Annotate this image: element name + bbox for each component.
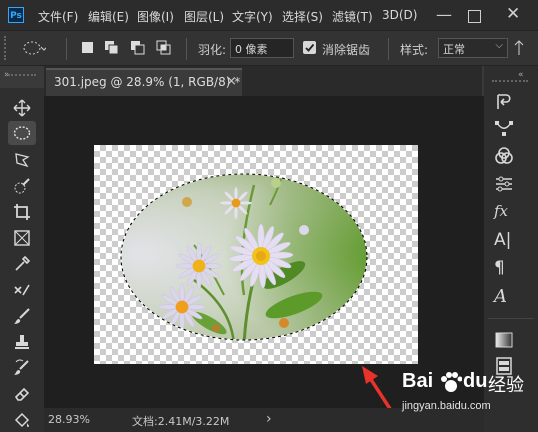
- lasso-tool[interactable]: [8, 148, 36, 172]
- feather-label: 羽化:: [198, 43, 227, 57]
- quick-selection-icon: [14, 178, 30, 194]
- clone-stamp-tool[interactable]: [8, 330, 36, 354]
- frame-icon: [14, 230, 30, 246]
- eyedropper-icon: [15, 255, 31, 271]
- menu-edit[interactable]: 编辑(E): [88, 8, 129, 25]
- move-tool[interactable]: [8, 96, 36, 120]
- baidu-jingyan-watermark: Bai du 经验 jingyan.baidu.com: [400, 368, 534, 418]
- gradient-icon: [495, 332, 513, 348]
- ellipse-marquee-icon: [13, 126, 31, 140]
- glyphs-icon: A: [494, 286, 507, 307]
- maximize-icon[interactable]: [468, 10, 481, 23]
- healing-brush-tool[interactable]: [8, 278, 36, 302]
- frame-tool[interactable]: [8, 226, 36, 250]
- stamp-icon: [15, 335, 29, 349]
- glyphs-panel-button[interactable]: A: [494, 286, 518, 308]
- close-icon[interactable]: ✕: [506, 4, 520, 24]
- intersect-selection-icon[interactable]: [156, 40, 172, 56]
- style-label: 样式:: [400, 43, 429, 57]
- eraser-icon: [14, 387, 30, 401]
- history-brush-tool[interactable]: [8, 356, 36, 380]
- paragraph-icon: ¶: [494, 258, 505, 278]
- history-panel-button[interactable]: [494, 92, 518, 114]
- grip-handle[interactable]: [4, 36, 10, 60]
- chevron-down-icon: ⌵: [495, 40, 503, 51]
- crop-tool[interactable]: [8, 200, 36, 224]
- document-canvas[interactable]: [94, 145, 418, 364]
- menu-filter[interactable]: 滤镜(T): [332, 8, 373, 25]
- antialias-checkbox[interactable]: [303, 41, 316, 54]
- document-info: 文档:2.41M/3.22M: [132, 415, 230, 428]
- baidu-paw-icon: [441, 372, 462, 392]
- document-tab[interactable]: 301.jpeg @ 28.9% (1, RGB/8) * ×: [46, 68, 242, 96]
- menu-type[interactable]: 文字(Y): [232, 8, 273, 25]
- style-select[interactable]: 正常 ⌵: [438, 38, 508, 58]
- width-arrow-icon[interactable]: [512, 39, 526, 57]
- tab-close-icon[interactable]: ×: [226, 74, 237, 89]
- color-panel-button[interactable]: [494, 146, 518, 168]
- add-selection-icon[interactable]: [104, 40, 120, 56]
- menu-layer[interactable]: 图层(L): [184, 8, 224, 25]
- crop-icon: [14, 204, 30, 220]
- flower-photo-selection: [120, 173, 368, 341]
- watermark-brand: Bai: [402, 370, 434, 392]
- new-selection-icon[interactable]: [82, 42, 93, 53]
- antialias-label: 消除锯齿: [322, 43, 371, 57]
- move-icon: [13, 99, 31, 117]
- menu-file[interactable]: 文件(F): [38, 8, 78, 25]
- character-panel-button[interactable]: A|: [494, 230, 518, 252]
- subtract-selection-icon[interactable]: [130, 40, 146, 56]
- paths-panel-button[interactable]: [494, 118, 518, 140]
- menu-3d[interactable]: 3D(D): [382, 8, 417, 22]
- watermark-url: jingyan.baidu.com: [402, 400, 491, 412]
- zoom-level[interactable]: 28.93%: [48, 413, 90, 426]
- character-icon: A|: [494, 230, 512, 250]
- minimize-icon[interactable]: —: [436, 5, 452, 24]
- brush-icon: [14, 308, 30, 324]
- watermark-suffix: 经验: [488, 375, 524, 396]
- fx-icon: fx: [494, 202, 509, 220]
- menu-bar: Ps 文件(F) 编辑(E) 图像(I) 图层(L) 文字(Y) 选择(S) 滤…: [0, 0, 538, 30]
- menu-image[interactable]: 图像(I): [137, 8, 174, 25]
- healing-brush-icon: [14, 284, 30, 296]
- ellipse-marquee-preset-icon[interactable]: [22, 39, 46, 57]
- brush-tool[interactable]: [8, 304, 36, 328]
- watermark-du: du: [463, 370, 488, 392]
- options-bar: 羽化: 0 像素 消除锯齿 样式: 正常 ⌵: [0, 30, 538, 66]
- history-brush-icon: [14, 359, 29, 375]
- quick-selection-tool[interactable]: [8, 174, 36, 198]
- paths-icon: [495, 121, 513, 136]
- styles-panel-button[interactable]: fx: [494, 202, 518, 224]
- eyedropper-tool[interactable]: [8, 252, 36, 276]
- left-toolbar: [0, 74, 44, 432]
- eraser-tool[interactable]: [8, 382, 36, 406]
- sliders-icon: [496, 176, 512, 192]
- photoshop-logo[interactable]: Ps: [8, 7, 24, 23]
- style-select-value: 正常: [443, 43, 465, 56]
- paint-bucket-icon: [14, 412, 30, 428]
- paragraph-panel-button[interactable]: ¶: [494, 258, 518, 280]
- collapse-panel-icon[interactable]: «: [518, 70, 524, 80]
- history-icon: [497, 94, 511, 109]
- paint-bucket-tool[interactable]: [8, 408, 36, 432]
- polygonal-lasso-icon: [15, 153, 30, 168]
- adjustments-panel-button[interactable]: [494, 174, 518, 196]
- color-circles-icon: [495, 147, 513, 164]
- tab-title: 301.jpeg @ 28.9% (1, RGB/8) *: [54, 75, 241, 89]
- gradients-panel-button[interactable]: [494, 330, 518, 352]
- status-menu-arrow[interactable]: ›: [266, 411, 272, 427]
- menu-select[interactable]: 选择(S): [282, 8, 323, 25]
- elliptical-marquee-tool[interactable]: [8, 121, 36, 145]
- feather-input[interactable]: 0 像素: [230, 38, 294, 58]
